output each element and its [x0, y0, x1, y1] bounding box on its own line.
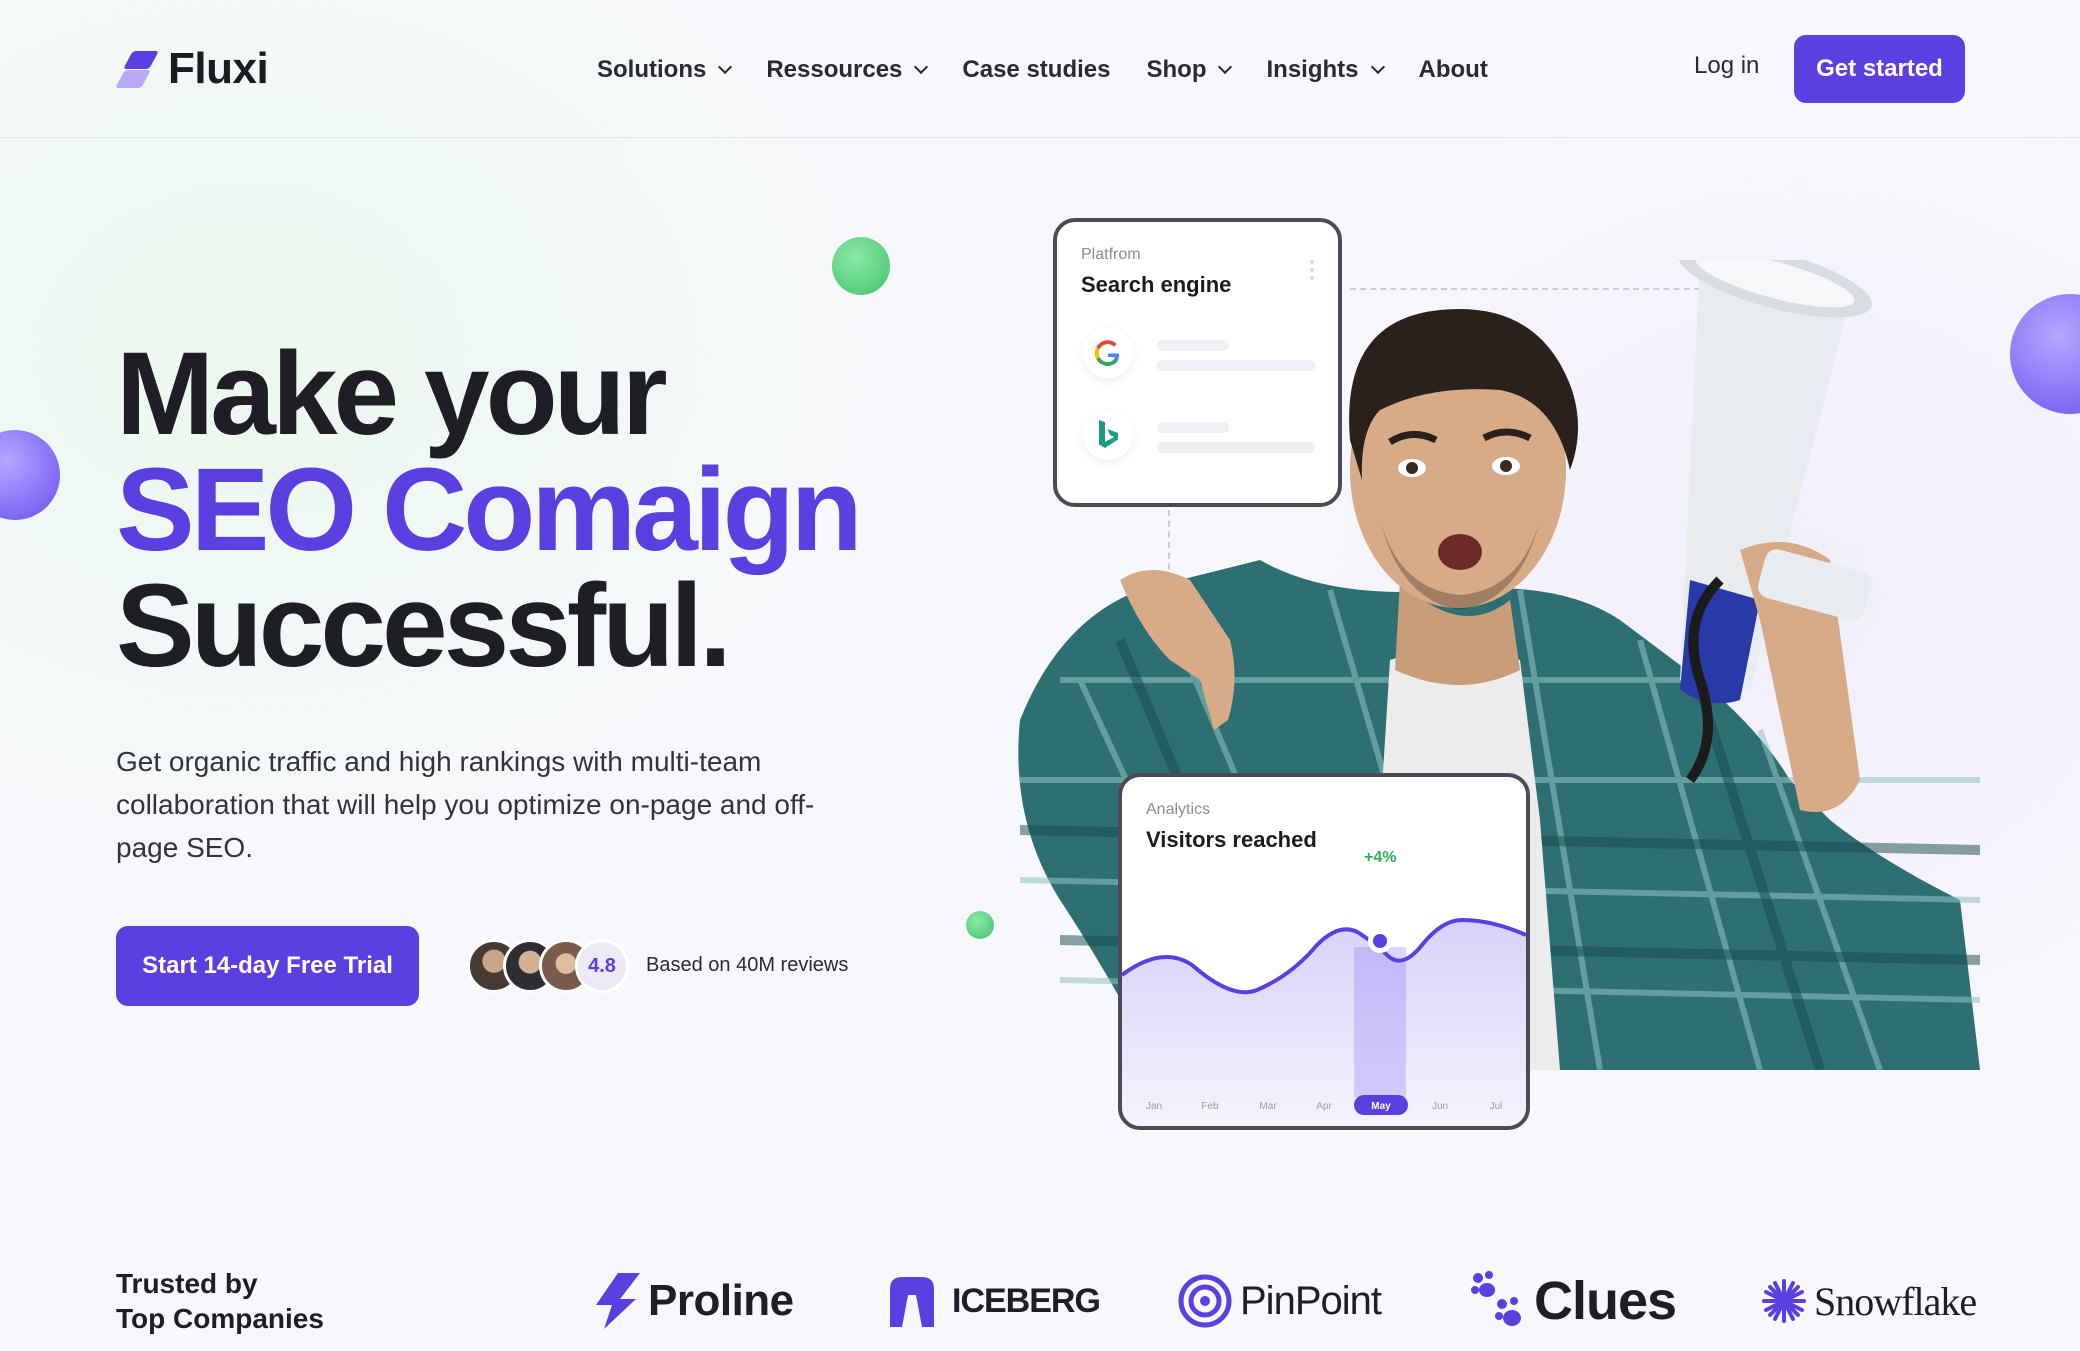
search-engine-card: Platfrom Search engine: [1053, 218, 1342, 507]
get-started-button[interactable]: Get started: [1794, 35, 1965, 103]
logo-text: Proline: [648, 1276, 794, 1325]
month-label-selected: May: [1371, 1101, 1391, 1112]
snowflake-icon: [1762, 1279, 1806, 1323]
nav-label: Solutions: [597, 56, 707, 83]
start-free-trial-button[interactable]: Start 14-day Free Trial: [116, 926, 419, 1006]
main-menu: Solutions Ressources Case studies Shop I…: [597, 52, 1524, 88]
month-label: Jan: [1146, 1101, 1162, 1112]
paw-prints-icon: [1471, 1271, 1521, 1326]
placeholder-bar: [1157, 442, 1315, 453]
card-label: Analytics: [1146, 801, 1211, 818]
search-engine-row: [1081, 326, 1326, 384]
month-label: Jun: [1432, 1101, 1448, 1112]
top-navigation: Fluxi Solutions Ressources Case studies …: [0, 0, 2080, 138]
more-options-icon[interactable]: [1310, 258, 1314, 280]
chevron-down-icon: [1370, 59, 1385, 75]
green-orb-decoration: [832, 237, 890, 295]
trusted-by-heading: Trusted by Top Companies: [116, 1266, 324, 1336]
chevron-down-icon: [914, 59, 929, 75]
fluxi-logo-icon: [115, 49, 159, 89]
visitors-line-chart: Jan Feb Mar Apr May Jun Jul: [1122, 917, 1526, 1126]
card-title: Search engine: [1081, 272, 1232, 297]
logo-clues: Clues: [1470, 1270, 1677, 1332]
month-label: Feb: [1201, 1101, 1219, 1112]
placeholder-bar: [1157, 422, 1229, 433]
month-label: Jul: [1490, 1101, 1503, 1112]
headline-accent-line: SEO Comaign: [116, 444, 863, 576]
hero-subtext: Get organic traffic and high rankings wi…: [116, 746, 815, 863]
logo-pinpoint: PinPoint: [1178, 1270, 1382, 1332]
proline-bolt-icon: [596, 1273, 640, 1329]
nav-label: Ressources: [766, 56, 903, 83]
brand-name: Fluxi: [168, 44, 269, 93]
nav-item-insights[interactable]: Insights: [1266, 56, 1385, 84]
placeholder-bar: [1157, 340, 1229, 351]
nav-label: Case studies: [962, 56, 1111, 83]
nav-item-solutions[interactable]: Solutions: [597, 56, 733, 84]
chart-point: [1373, 934, 1387, 948]
card-label: Platfrom: [1081, 246, 1141, 263]
analytics-card: Analytics Visitors reached +4% Jan Feb M…: [1118, 773, 1530, 1130]
brand-logo[interactable]: Fluxi: [115, 44, 269, 93]
nav-item-shop[interactable]: Shop: [1146, 56, 1233, 84]
nav-label: Insights: [1266, 56, 1359, 83]
rating-badge: 4.8: [575, 939, 629, 993]
trusted-line: Trusted by: [116, 1268, 258, 1299]
reviews-text: Based on 40M reviews: [646, 954, 849, 976]
chevron-down-icon: [1218, 59, 1233, 75]
card-title: Visitors reached: [1146, 827, 1317, 852]
bing-icon: [1083, 410, 1133, 460]
logo-text: PinPoint: [1240, 1278, 1382, 1323]
headline-line: Make your: [116, 328, 668, 460]
nav-item-case-studies[interactable]: Case studies: [962, 56, 1110, 84]
google-icon: [1083, 328, 1133, 378]
nav-item-ressources[interactable]: Ressources: [766, 56, 929, 84]
logo-text: Snowflake: [1814, 1278, 1977, 1324]
trusted-line: Top Companies: [116, 1303, 324, 1334]
chevron-down-icon: [718, 59, 733, 75]
logo-snowflake: Snowflake: [1762, 1270, 1977, 1332]
pinpoint-target-icon: [1178, 1274, 1232, 1328]
headline-line: Successful.: [116, 560, 732, 692]
purple-orb-decoration: [0, 430, 60, 520]
reviewer-avatars: 4.8: [467, 939, 629, 995]
search-engine-row: [1081, 408, 1326, 466]
hero-headline: Make your SEO Comaign Successful.: [116, 328, 863, 692]
logo-proline: Proline: [596, 1270, 794, 1332]
nav-label: Shop: [1146, 56, 1207, 83]
nav-label: About: [1418, 56, 1488, 83]
purple-orb-decoration: [2010, 294, 2080, 414]
month-label: Mar: [1259, 1101, 1277, 1112]
month-label: Apr: [1316, 1101, 1332, 1112]
nav-item-about[interactable]: About: [1419, 56, 1488, 84]
login-link[interactable]: Log in: [1694, 52, 1759, 80]
placeholder-bar: [1157, 360, 1315, 371]
green-orb-decoration: [966, 911, 994, 939]
logo-iceberg: ICEBERG: [886, 1270, 1101, 1332]
iceberg-icon: [890, 1277, 934, 1327]
logo-text: Clues: [1534, 1271, 1677, 1331]
logo-text: ICEBERG: [952, 1281, 1101, 1320]
